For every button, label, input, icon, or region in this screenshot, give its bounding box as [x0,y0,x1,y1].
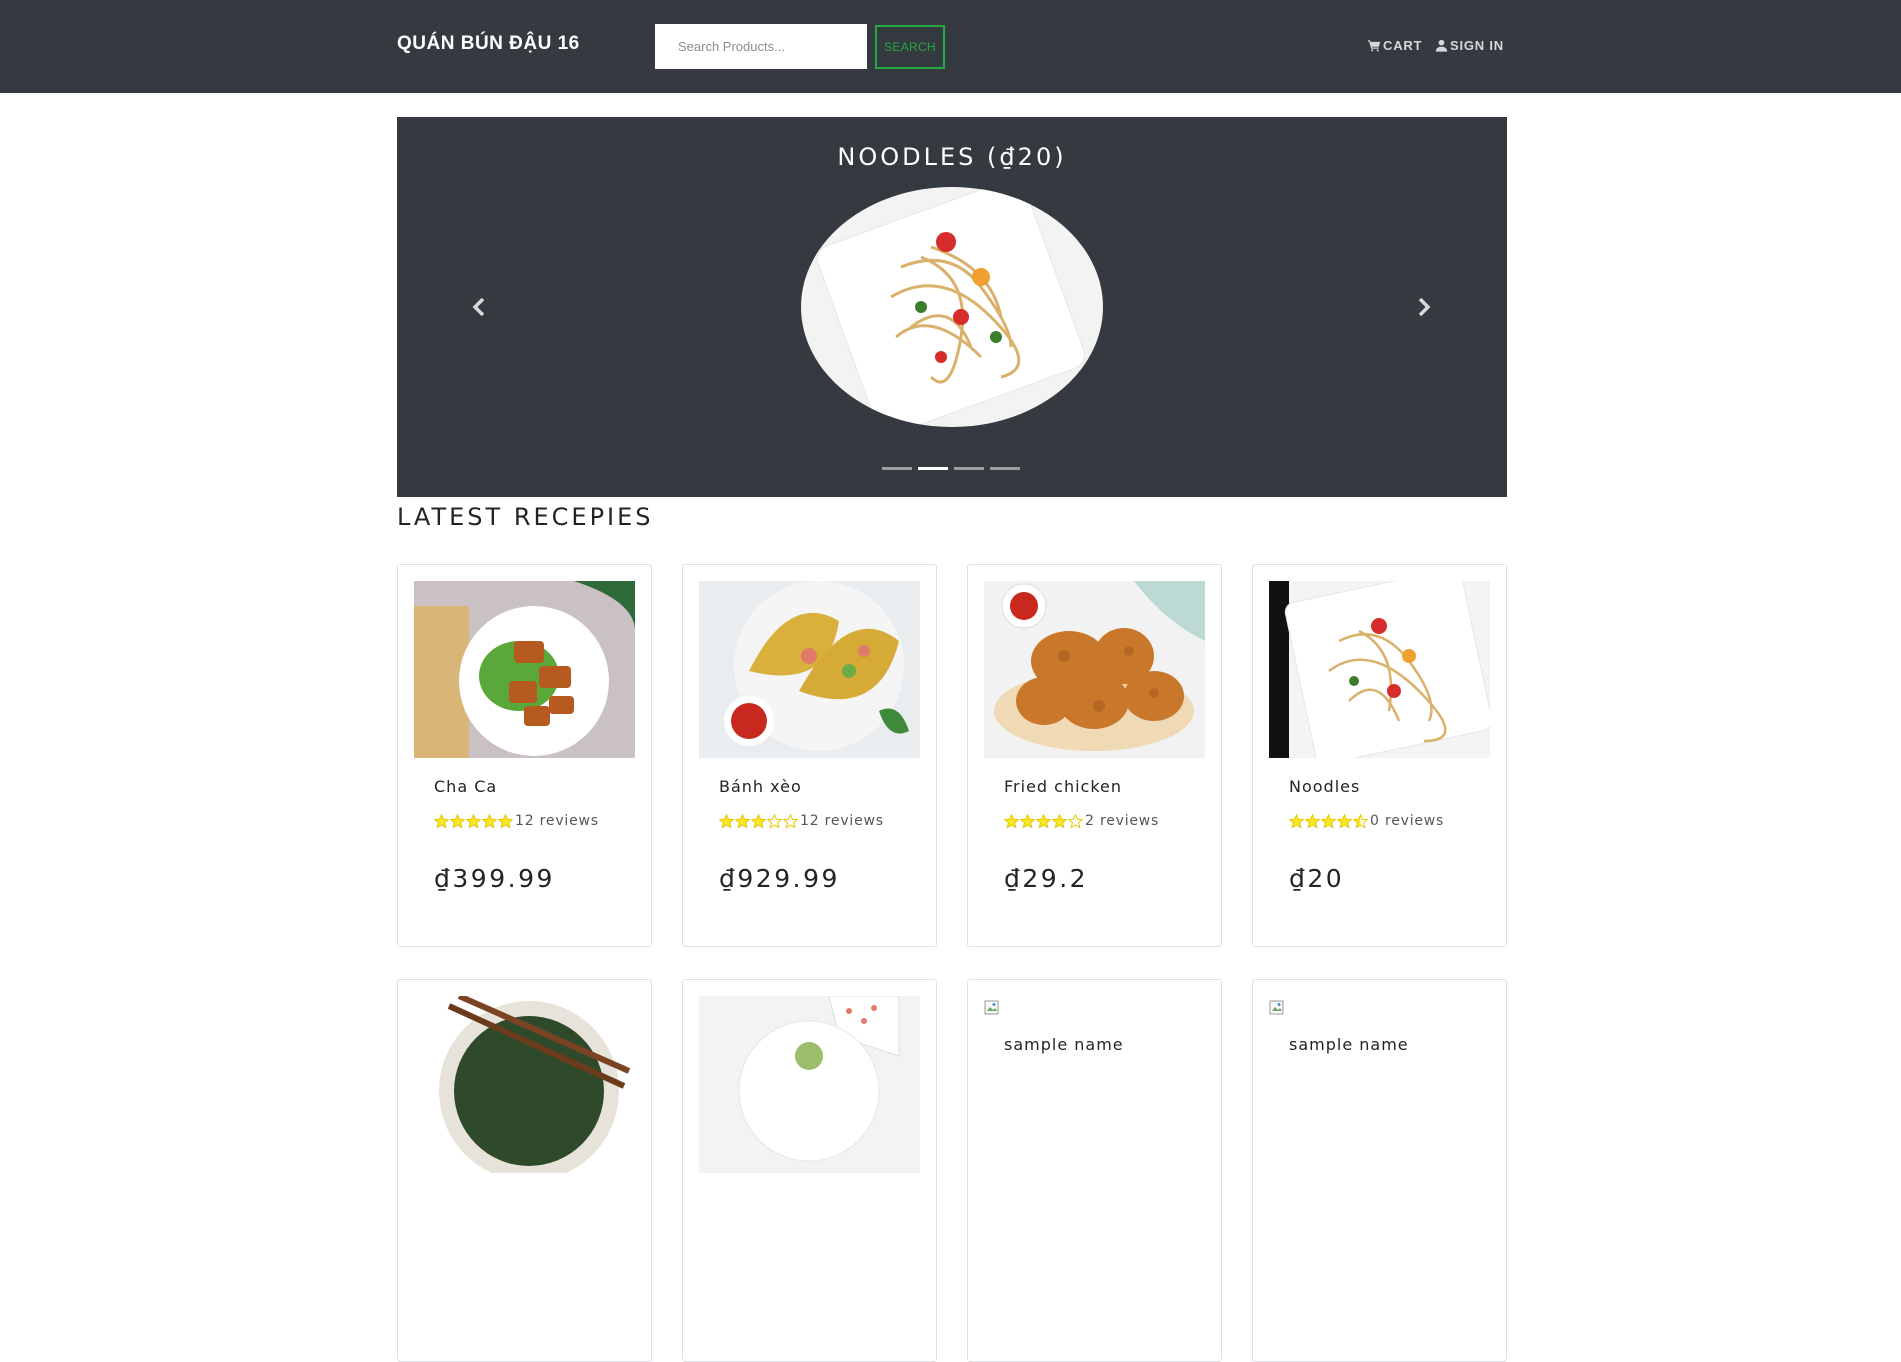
broken-image-icon[interactable] [1269,1000,1285,1016]
star-empty-icon [1068,813,1083,829]
navbar: QUÁN BÚN ĐẬU 16 SEARCH CART SIGN IN [0,0,1901,93]
product-rating: 0 reviews [1289,813,1444,829]
review-count: 2 reviews [1085,813,1160,829]
star-full-icon [751,813,766,829]
star-full-icon [735,813,750,829]
product-card: Bánh xèo 12 reviews ₫929.99 [682,564,937,947]
product-price: ₫29.2 [1004,864,1089,893]
star-full-icon [1052,813,1067,829]
review-count: 0 reviews [1370,813,1445,829]
star-full-icon [1004,813,1019,829]
star-empty-icon [783,813,798,829]
star-full-icon [1337,813,1352,829]
product-card: Cha Ca 12 reviews ₫399.99 [397,564,652,947]
star-full-icon [450,813,465,829]
featured-carousel: NOODLES (₫20) [397,117,1507,497]
star-full-icon [466,813,481,829]
carousel-image-noodles[interactable] [801,187,1103,427]
product-rating: 12 reviews [434,813,599,829]
carousel-next-button[interactable] [1408,292,1438,322]
cart-icon [1368,40,1381,52]
carousel-indicator-4[interactable] [990,467,1020,470]
product-image[interactable] [699,996,920,1173]
star-full-icon [1036,813,1051,829]
product-card [682,979,937,1362]
star-full-icon [719,813,734,829]
chevron-right-icon [1418,297,1431,317]
star-full-icon [1289,813,1304,829]
product-name[interactable]: Fried chicken [1004,777,1122,796]
product-image[interactable] [984,581,1205,758]
product-price: ₫20 [1289,864,1345,893]
star-full-icon [1305,813,1320,829]
product-rating: 2 reviews [1004,813,1159,829]
rating-stars [434,813,513,829]
star-half-icon [1353,813,1368,829]
star-full-icon [434,813,449,829]
signin-label: SIGN IN [1450,38,1504,53]
product-name[interactable]: Bánh xèo [719,777,802,796]
carousel-indicators [882,467,1020,470]
signin-link[interactable]: SIGN IN [1435,38,1504,53]
product-rating: 12 reviews [719,813,884,829]
product-name[interactable]: Cha Ca [434,777,497,796]
carousel-prev-button[interactable] [465,292,495,322]
chevron-left-icon [472,297,485,317]
product-card: Fried chicken 2 reviews ₫29.2 [967,564,1222,947]
section-title: LATEST RECEPIES [397,503,654,531]
star-full-icon [498,813,513,829]
product-name[interactable]: sample name [1289,1035,1409,1054]
product-image[interactable] [699,581,920,758]
user-icon [1435,39,1448,52]
product-image[interactable] [414,581,635,758]
brand-logo[interactable]: QUÁN BÚN ĐẬU 16 [397,33,580,55]
carousel-indicator-3[interactable] [954,467,984,470]
star-full-icon [1321,813,1336,829]
star-full-icon [1020,813,1035,829]
carousel-title[interactable]: NOODLES (₫20) [397,143,1507,171]
product-price: ₫399.99 [434,864,555,893]
rating-stars [1004,813,1083,829]
review-count: 12 reviews [515,813,599,829]
carousel-indicator-1[interactable] [882,467,912,470]
cart-label: CART [1383,38,1423,53]
product-card: sample name [967,979,1222,1362]
star-full-icon [482,813,497,829]
product-card: Noodles 0 reviews ₫20 [1252,564,1507,947]
product-card: sample name [1252,979,1507,1362]
product-image[interactable] [414,996,635,1173]
rating-stars [1289,813,1368,829]
product-name[interactable]: sample name [1004,1035,1124,1054]
product-card [397,979,652,1362]
broken-image-icon[interactable] [984,1000,1000,1016]
review-count: 12 reviews [800,813,884,829]
cart-link[interactable]: CART [1368,38,1422,53]
carousel-indicator-2[interactable] [918,467,948,470]
product-image[interactable] [1269,581,1490,758]
product-name[interactable]: Noodles [1289,777,1360,796]
star-empty-icon [767,813,782,829]
search-input[interactable] [655,24,867,69]
product-price: ₫929.99 [719,864,840,893]
rating-stars [719,813,798,829]
search-button[interactable]: SEARCH [875,25,945,69]
